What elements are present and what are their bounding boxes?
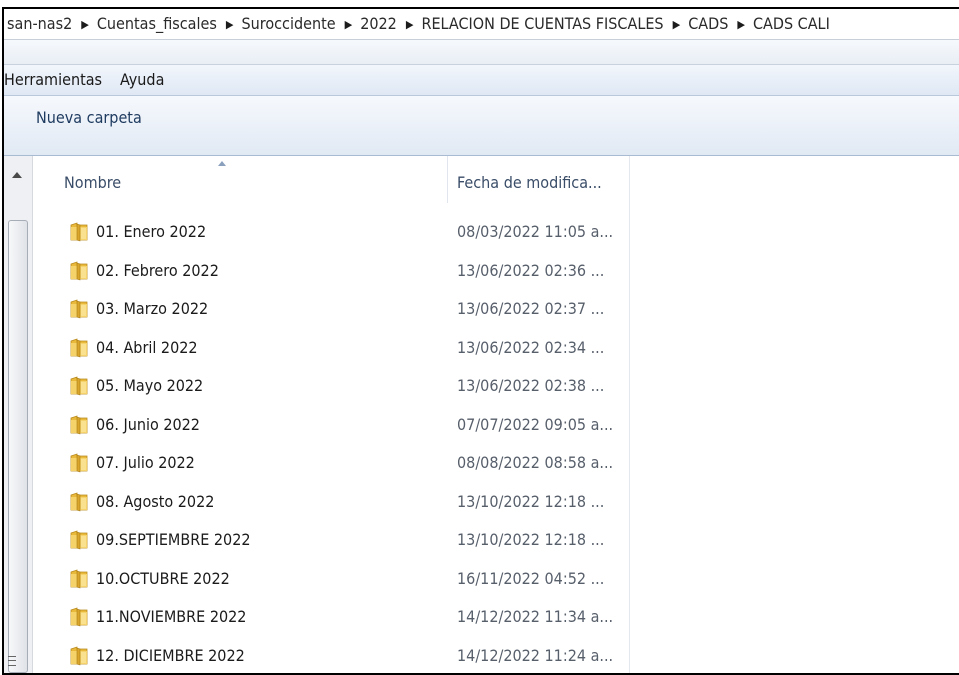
sort-ascending-icon bbox=[218, 161, 226, 166]
folder-icon bbox=[68, 451, 90, 473]
breadcrumb-item[interactable]: CADS bbox=[685, 9, 732, 39]
menu-herramientas[interactable]: Herramientas bbox=[4, 65, 108, 95]
chevron-right-icon[interactable]: ▶ bbox=[340, 10, 358, 39]
file-date-modified: 07/07/2022 09:05 a... bbox=[457, 414, 614, 434]
file-date-modified: 13/06/2022 02:38 ... bbox=[457, 376, 605, 395]
column-divider[interactable] bbox=[447, 156, 448, 203]
menu-bar: Herramientas Ayuda bbox=[4, 65, 959, 96]
file-name: 12. DICIEMBRE 2022 bbox=[96, 645, 245, 665]
folder-icon bbox=[68, 336, 90, 358]
file-name: 01. Enero 2022 bbox=[96, 222, 207, 241]
chevron-right-icon[interactable]: ▶ bbox=[221, 10, 239, 39]
file-name: 04. Abril 2022 bbox=[96, 337, 198, 357]
breadcrumb-item[interactable]: san-nas2 bbox=[4, 9, 76, 39]
file-date-modified: 08/03/2022 11:05 a... bbox=[457, 222, 614, 241]
command-bar: Nueva carpeta bbox=[4, 96, 959, 156]
file-row[interactable]: 02. Febrero 2022 13/06/2022 02:36 ... bbox=[33, 257, 629, 296]
new-folder-button[interactable]: Nueva carpeta bbox=[36, 108, 142, 127]
folder-icon bbox=[68, 528, 90, 550]
file-date-modified: 13/06/2022 02:37 ... bbox=[457, 299, 605, 318]
file-row[interactable]: 03. Marzo 2022 13/06/2022 02:37 ... bbox=[33, 295, 629, 334]
file-name: 03. Marzo 2022 bbox=[96, 299, 209, 318]
scrollbar-grip-icon bbox=[8, 656, 16, 666]
file-date-modified: 14/12/2022 11:24 a... bbox=[457, 645, 614, 665]
file-date-modified: 13/06/2022 02:34 ... bbox=[457, 337, 605, 357]
folder-icon bbox=[68, 644, 90, 666]
file-row[interactable]: 08. Agosto 2022 13/10/2022 12:18 ... bbox=[33, 488, 629, 527]
address-bar[interactable]: san-nas2 ▶ Cuentas_fiscales ▶ Suroccidente ▶ 2… bbox=[4, 9, 959, 40]
folder-icon bbox=[68, 567, 90, 589]
file-row[interactable]: 01. Enero 2022 08/03/2022 11:05 a... bbox=[33, 218, 629, 257]
file-name: 08. Agosto 2022 bbox=[96, 491, 215, 511]
file-date-modified: 14/12/2022 11:34 a... bbox=[457, 607, 614, 626]
file-row[interactable]: 11.NOVIEMBRE 2022 14/12/2022 11:34 a... bbox=[33, 603, 629, 642]
file-name: 05. Mayo 2022 bbox=[96, 376, 204, 395]
column-header-name[interactable]: Nombre bbox=[64, 173, 121, 192]
column-divider bbox=[629, 156, 630, 673]
folder-icon bbox=[68, 413, 90, 435]
file-row[interactable]: 12. DICIEMBRE 2022 14/12/2022 11:24 a... bbox=[33, 642, 629, 674]
column-header-row: Nombre Fecha de modifica... bbox=[33, 156, 629, 203]
file-row[interactable]: 07. Julio 2022 08/08/2022 08:58 a... bbox=[33, 449, 629, 488]
menu-ayuda[interactable]: Ayuda bbox=[120, 65, 170, 95]
column-header-date[interactable]: Fecha de modifica... bbox=[457, 173, 602, 192]
breadcrumb-item[interactable]: Cuentas_fiscales bbox=[94, 9, 221, 39]
file-date-modified: 16/11/2022 04:52 ... bbox=[457, 568, 605, 588]
file-date-modified: 13/10/2022 12:18 ... bbox=[457, 491, 605, 511]
breadcrumb-item[interactable]: CADS CALI bbox=[750, 9, 834, 39]
chevron-right-icon[interactable]: ▶ bbox=[732, 10, 750, 39]
folder-icon bbox=[68, 605, 90, 627]
file-date-modified: 13/06/2022 02:36 ... bbox=[457, 260, 605, 280]
scroll-up-arrow-icon[interactable] bbox=[12, 172, 22, 178]
file-name: 06. Junio 2022 bbox=[96, 414, 200, 434]
folder-icon bbox=[68, 490, 90, 512]
file-row[interactable]: 09.SEPTIEMBRE 2022 13/10/2022 12:18 ... bbox=[33, 526, 629, 565]
file-row[interactable]: 05. Mayo 2022 13/06/2022 02:38 ... bbox=[33, 372, 629, 411]
file-row[interactable]: 06. Junio 2022 07/07/2022 09:05 a... bbox=[33, 411, 629, 450]
breadcrumb-item[interactable]: RELACION DE CUENTAS FISCALES bbox=[418, 9, 667, 39]
folder-icon bbox=[68, 259, 90, 281]
file-name: 11.NOVIEMBRE 2022 bbox=[96, 607, 247, 626]
file-list: 01. Enero 2022 08/03/2022 11:05 a... 02. F… bbox=[33, 218, 629, 674]
breadcrumb-item[interactable]: Suroccidente bbox=[238, 9, 339, 39]
breadcrumb-item[interactable]: 2022 bbox=[357, 9, 401, 39]
file-name: 07. Julio 2022 bbox=[96, 453, 195, 472]
explorer-window: san-nas2 ▶ Cuentas_fiscales ▶ Suroccidente ▶ 2… bbox=[2, 7, 959, 675]
folder-icon bbox=[68, 220, 90, 242]
folder-icon bbox=[68, 297, 90, 319]
file-date-modified: 13/10/2022 12:18 ... bbox=[457, 530, 605, 549]
vertical-scrollbar[interactable] bbox=[4, 156, 33, 673]
window-chrome-strip bbox=[4, 40, 959, 65]
chevron-right-icon[interactable]: ▶ bbox=[76, 10, 94, 39]
chevron-right-icon[interactable]: ▶ bbox=[668, 10, 686, 39]
folder-icon bbox=[68, 374, 90, 396]
file-date-modified: 08/08/2022 08:58 a... bbox=[457, 453, 614, 472]
chevron-right-icon[interactable]: ▶ bbox=[401, 10, 419, 39]
file-row[interactable]: 10.OCTUBRE 2022 16/11/2022 04:52 ... bbox=[33, 565, 629, 604]
file-row[interactable]: 04. Abril 2022 13/06/2022 02:34 ... bbox=[33, 334, 629, 373]
file-name: 10.OCTUBRE 2022 bbox=[96, 568, 230, 588]
file-name: 09.SEPTIEMBRE 2022 bbox=[96, 530, 251, 549]
scrollbar-thumb[interactable] bbox=[8, 220, 28, 673]
file-name: 02. Febrero 2022 bbox=[96, 260, 219, 280]
